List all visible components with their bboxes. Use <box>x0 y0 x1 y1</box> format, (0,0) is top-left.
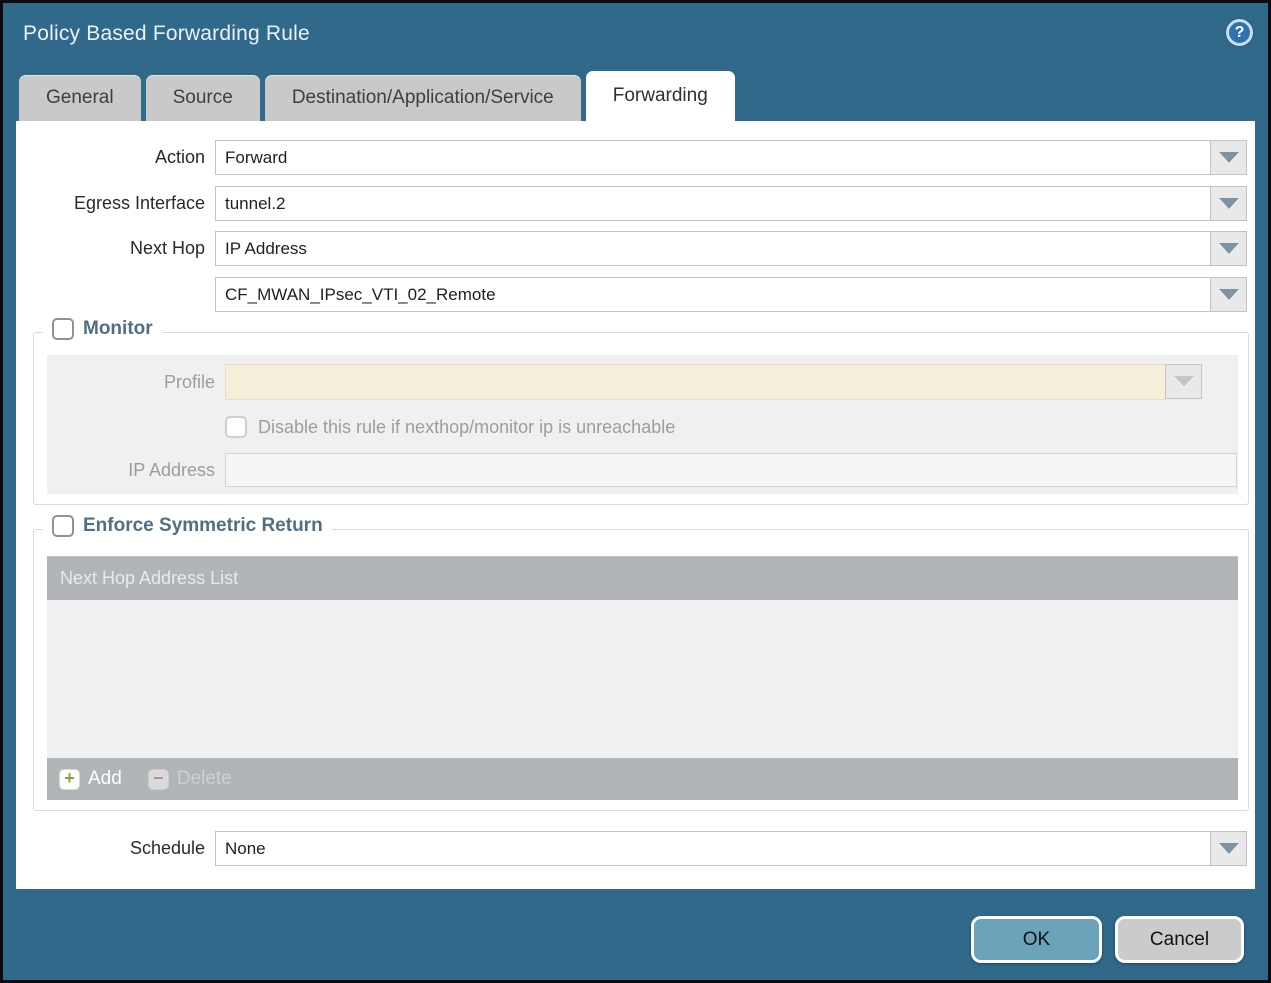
enforce-legend-label: Enforce Symmetric Return <box>83 515 323 537</box>
next-hop-address-list-header: Next Hop Address List <box>47 556 1238 600</box>
cancel-button[interactable]: Cancel <box>1115 916 1244 963</box>
add-button-label: Add <box>88 768 122 790</box>
action-input[interactable] <box>215 140 1211 175</box>
schedule-row: Schedule <box>16 831 1247 866</box>
enforce-symmetric-return-checkbox[interactable] <box>52 515 74 537</box>
schedule-label: Schedule <box>16 838 215 859</box>
tab-source[interactable]: Source <box>146 75 260 121</box>
schedule-input[interactable] <box>215 831 1211 866</box>
disable-rule-label: Disable this rule if nexthop/monitor ip … <box>258 417 675 438</box>
plus-glyph: + <box>64 769 75 787</box>
profile-label: Profile <box>47 372 225 393</box>
delete-button: − Delete <box>148 768 232 790</box>
egress-interface-field <box>215 186 1247 221</box>
next-hop-type-input[interactable] <box>215 231 1211 266</box>
action-field <box>215 140 1247 175</box>
delete-minus-icon: − <box>148 769 169 790</box>
next-hop-address-field <box>215 277 1247 312</box>
next-hop-address-dropdown-button[interactable] <box>1210 277 1247 312</box>
monitor-ip-address-input <box>225 453 1237 487</box>
monitor-legend-label: Monitor <box>83 318 153 340</box>
egress-interface-input[interactable] <box>215 186 1211 221</box>
forwarding-tab-panel: Action Egress Interface Next Hop <box>16 121 1255 889</box>
tab-destination-application-service[interactable]: Destination/Application/Service <box>265 75 581 121</box>
next-hop-type-dropdown-button[interactable] <box>1210 231 1247 266</box>
delete-button-label: Delete <box>177 768 232 790</box>
disable-rule-checkbox <box>225 416 247 438</box>
action-dropdown-button[interactable] <box>1210 140 1247 175</box>
next-hop-address-list-toolbar: + Add − Delete <box>47 758 1238 800</box>
egress-interface-dropdown-button[interactable] <box>1210 186 1247 221</box>
tab-general[interactable]: General <box>19 75 141 121</box>
next-hop-row: Next Hop <box>16 231 1247 266</box>
schedule-dropdown-button[interactable] <box>1210 831 1247 866</box>
next-hop-address-row <box>16 277 1247 312</box>
egress-interface-label: Egress Interface <box>16 193 215 214</box>
chevron-down-icon <box>1219 152 1239 163</box>
disable-rule-spacer <box>47 417 225 438</box>
chevron-down-icon <box>1219 198 1239 209</box>
egress-interface-row: Egress Interface <box>16 186 1247 221</box>
enforce-legend: Enforce Symmetric Return <box>43 515 332 537</box>
pbf-rule-dialog: Policy Based Forwarding Rule ? General S… <box>0 0 1271 983</box>
action-label: Action <box>16 147 215 168</box>
monitor-group: Monitor Profile Disabl <box>33 332 1249 505</box>
monitor-ip-address-row: IP Address <box>47 453 1238 487</box>
tab-forwarding[interactable]: Forwarding <box>586 71 735 121</box>
help-icon[interactable]: ? <box>1226 19 1253 46</box>
chevron-down-icon <box>1219 243 1239 254</box>
next-hop-address-spacer <box>16 284 215 305</box>
disable-rule-row: Disable this rule if nexthop/monitor ip … <box>47 413 1238 441</box>
minus-glyph: − <box>153 769 164 787</box>
dialog-title: Policy Based Forwarding Rule <box>23 22 310 46</box>
enforce-symmetric-return-group: Enforce Symmetric Return Next Hop Addres… <box>33 529 1249 811</box>
monitor-panel: Profile Disable this rule if nexthop/mon… <box>47 355 1238 494</box>
chevron-down-icon <box>1219 843 1239 854</box>
monitor-checkbox[interactable] <box>52 318 74 340</box>
profile-field <box>225 364 1202 400</box>
next-hop-label: Next Hop <box>16 238 215 259</box>
profile-input <box>225 364 1166 400</box>
profile-dropdown-button <box>1165 364 1202 399</box>
action-row: Action <box>16 140 1247 175</box>
title-bar: Policy Based Forwarding Rule ? <box>3 3 1268 69</box>
ok-button[interactable]: OK <box>971 916 1102 963</box>
next-hop-address-list-table: Next Hop Address List + Add − Delete <box>47 556 1238 800</box>
next-hop-address-list-body[interactable] <box>47 600 1238 758</box>
add-plus-icon: + <box>59 769 80 790</box>
add-button[interactable]: + Add <box>59 768 122 790</box>
monitor-legend: Monitor <box>43 318 162 340</box>
next-hop-type-field <box>215 231 1247 266</box>
chevron-down-icon <box>1219 289 1239 300</box>
monitor-ip-address-label: IP Address <box>47 460 225 481</box>
profile-row: Profile <box>47 364 1238 400</box>
chevron-down-icon <box>1174 376 1194 387</box>
next-hop-address-input[interactable] <box>215 277 1211 312</box>
tab-bar: General Source Destination/Application/S… <box>19 71 1252 121</box>
schedule-field <box>215 831 1247 866</box>
